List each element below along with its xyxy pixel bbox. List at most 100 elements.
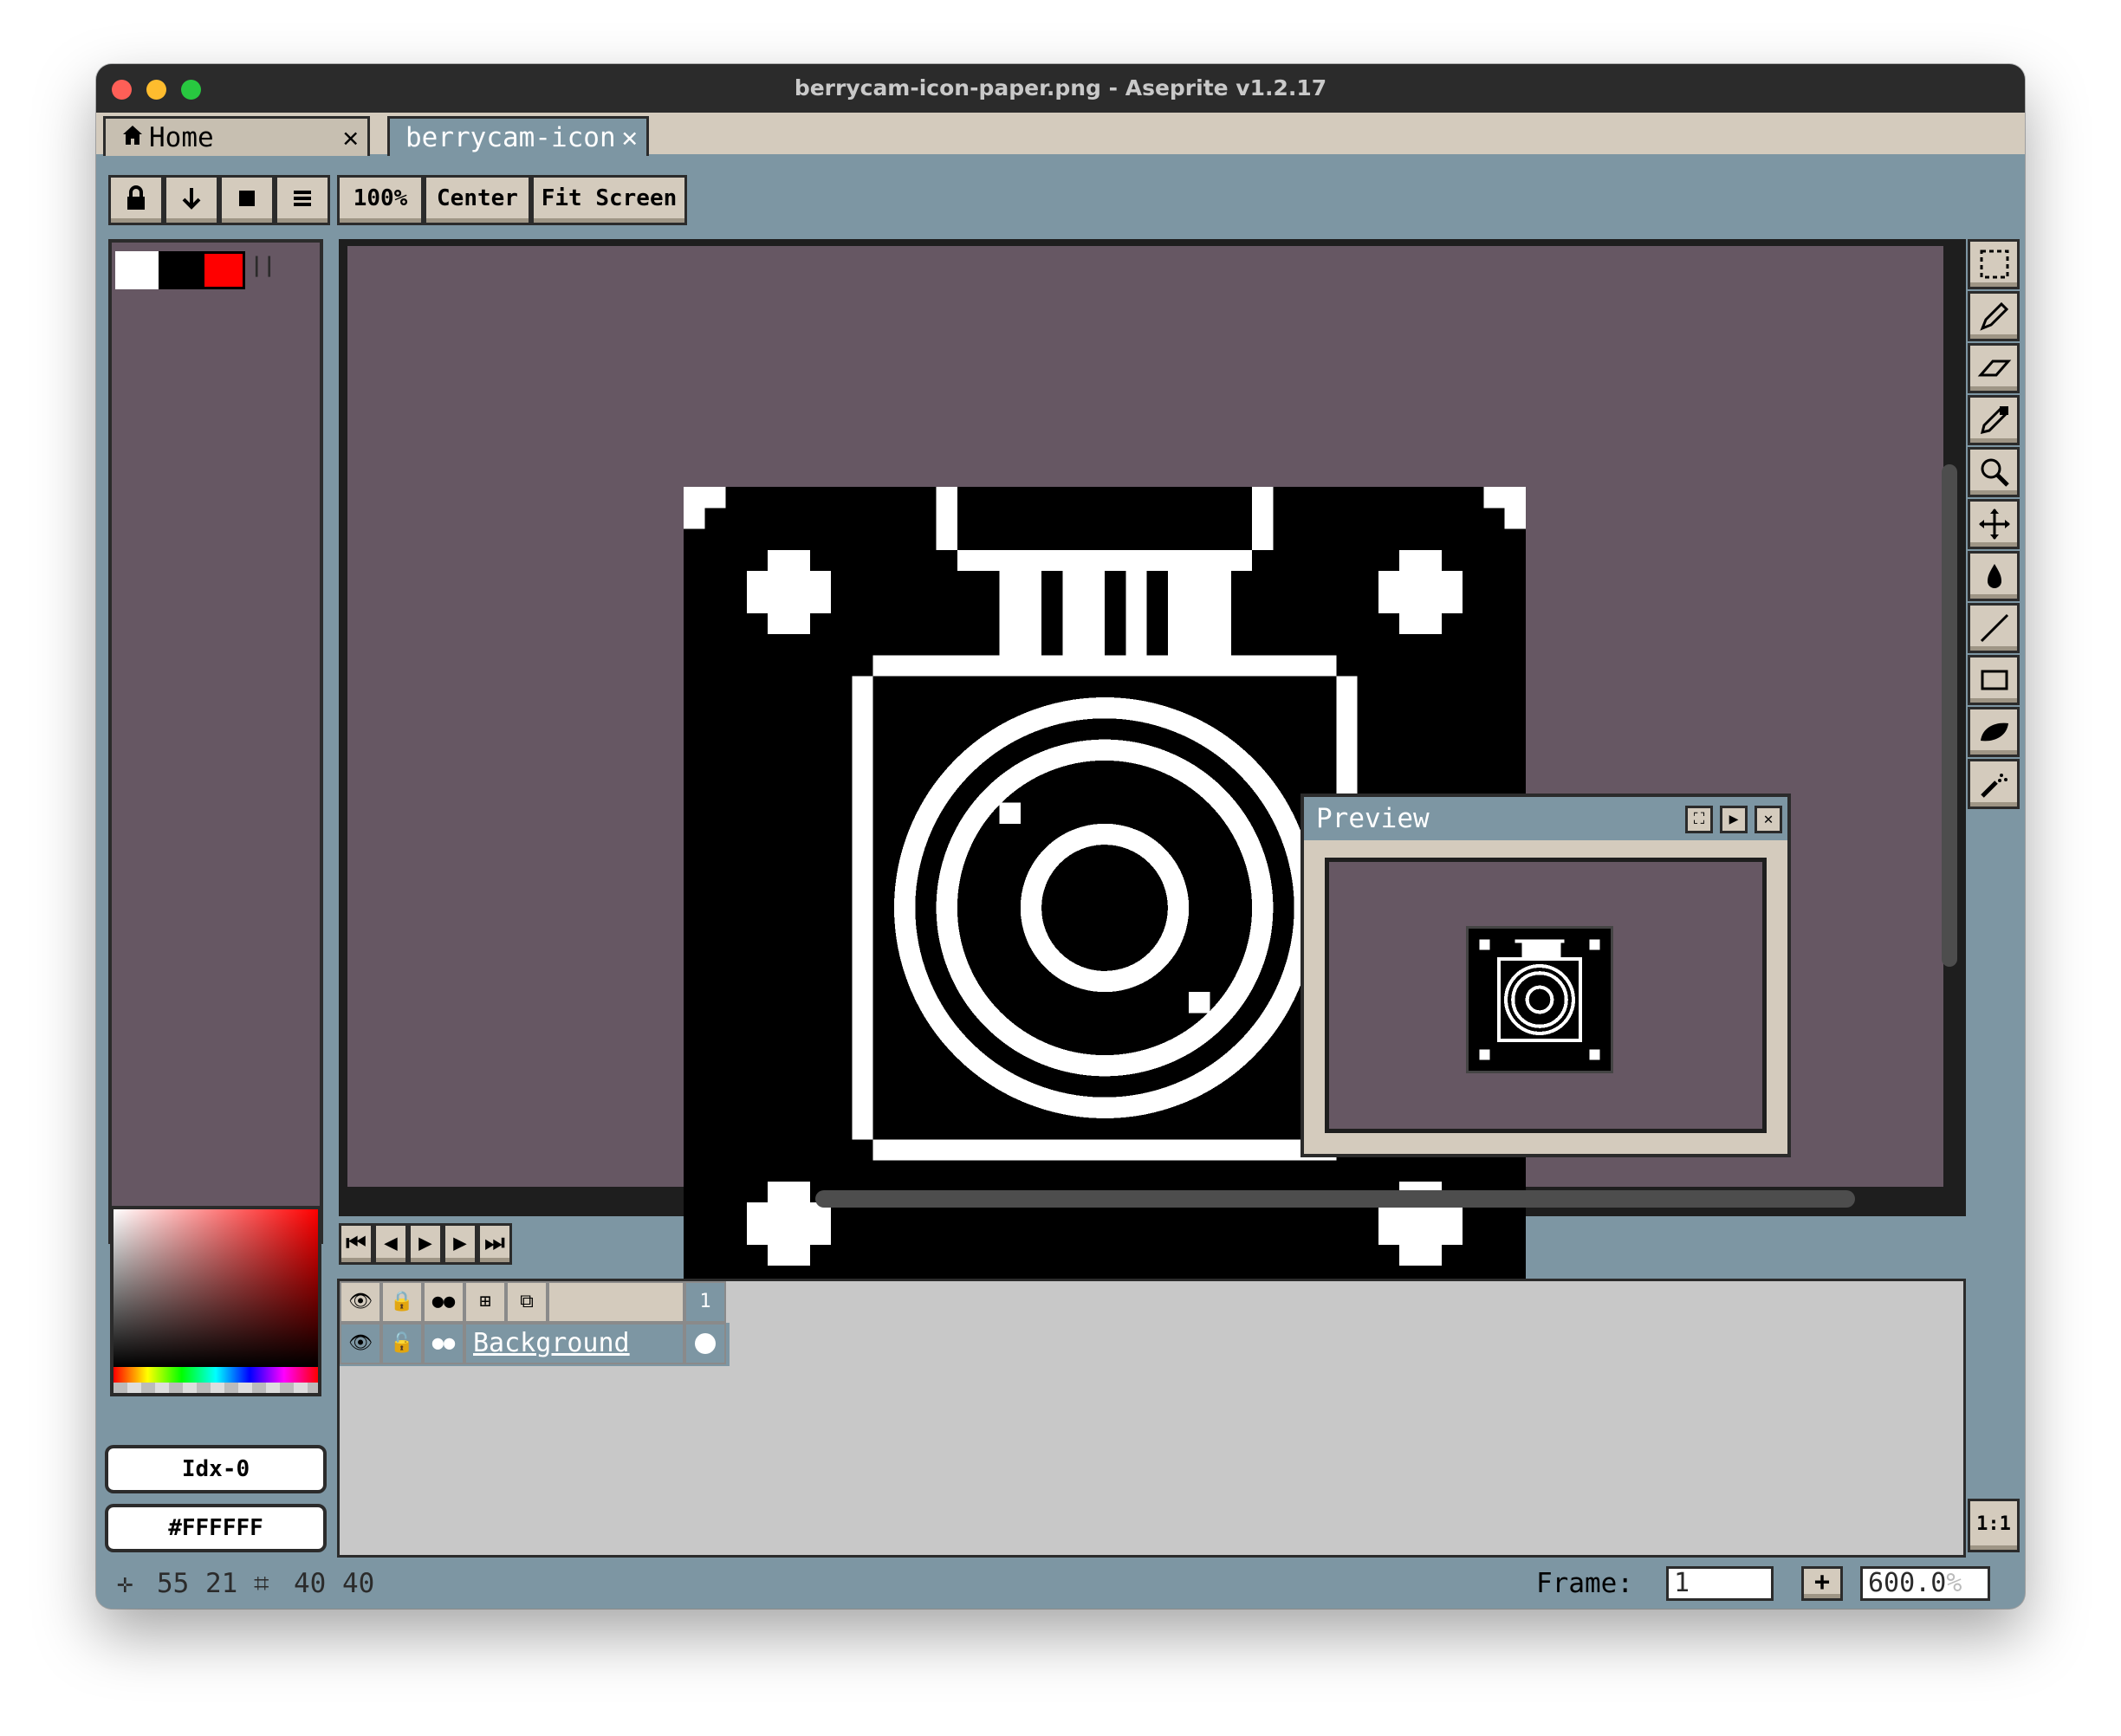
- last-frame-button[interactable]: ⏭: [477, 1223, 512, 1265]
- layer-continuous-icon[interactable]: ●●: [423, 1323, 464, 1364]
- menu-button[interactable]: [275, 175, 330, 225]
- eyedropper-tool-button[interactable]: [1968, 395, 2020, 445]
- tab-home[interactable]: Home ✕: [103, 116, 370, 156]
- continuous-header-icon[interactable]: ●●: [423, 1281, 464, 1323]
- preview-close-icon[interactable]: ✕: [1755, 806, 1782, 833]
- color-hex-field[interactable]: #FFFFFF: [105, 1504, 327, 1552]
- preview-fullscreen-icon[interactable]: ⛶: [1685, 806, 1713, 833]
- timeline[interactable]: 👁 🔒 ●● ⊞ ⧉ 1 👁 🔓 ●● Background: [337, 1279, 1966, 1558]
- preview-play-icon[interactable]: ▶: [1720, 806, 1748, 833]
- hue-slider[interactable]: [114, 1367, 318, 1383]
- fit-screen-button[interactable]: Fit Screen: [531, 175, 687, 225]
- eraser-icon: [1977, 360, 2012, 377]
- onion-skin-header-icon[interactable]: ⧉: [506, 1281, 548, 1323]
- horizontal-scrollbar[interactable]: [815, 1190, 1855, 1208]
- zoom-input[interactable]: 600.0%: [1860, 1566, 1990, 1601]
- frame-label: Frame:: [1536, 1568, 1633, 1599]
- menu-icon: [294, 191, 311, 206]
- app-window: berrycam-icon-paper.png - Aseprite v1.2.…: [96, 64, 2025, 1609]
- eyedropper-icon: [1980, 406, 2008, 435]
- palette-swatch-white[interactable]: [115, 251, 159, 289]
- zoom-tool-button[interactable]: [1968, 447, 2020, 497]
- marquee-icon: [1980, 249, 2009, 279]
- lock-button[interactable]: [108, 175, 164, 225]
- lock-header-icon[interactable]: 🔒: [381, 1281, 423, 1323]
- palette-swatch-black[interactable]: [159, 251, 202, 289]
- pencil-tool-button[interactable]: [1968, 291, 2020, 341]
- tab-berrycam-label: berrycam-icon: [405, 122, 616, 153]
- tab-berrycam-icon[interactable]: berrycam-icon ✕: [387, 116, 649, 156]
- cel-dot-icon: [695, 1333, 716, 1354]
- preview-canvas[interactable]: [1325, 858, 1767, 1133]
- cel-frame-1[interactable]: [684, 1323, 726, 1364]
- tab-berrycam-close-icon[interactable]: ✕: [621, 119, 638, 157]
- color-index-field[interactable]: Idx-0: [105, 1445, 327, 1493]
- zoom-window-button[interactable]: [181, 80, 201, 100]
- frame-input[interactable]: 1: [1666, 1566, 1774, 1601]
- preview-window[interactable]: Preview ⛶ ▶ ✕: [1300, 794, 1791, 1157]
- palette-swatch-red[interactable]: [202, 251, 245, 289]
- saturation-value-field[interactable]: [114, 1209, 318, 1367]
- add-frame-button[interactable]: +: [1801, 1566, 1843, 1601]
- zoom-value: 600.0: [1868, 1568, 1947, 1598]
- marquee-tool-button[interactable]: [1968, 239, 2020, 289]
- line-icon: [1980, 613, 2009, 643]
- play-button[interactable]: ▶: [408, 1223, 443, 1265]
- frame-header-1[interactable]: 1: [684, 1281, 726, 1323]
- minimize-window-button[interactable]: [146, 80, 166, 100]
- square-button[interactable]: [219, 175, 275, 225]
- link-header-icon[interactable]: ⊞: [464, 1281, 506, 1323]
- previous-frame-button[interactable]: ◀: [373, 1223, 408, 1265]
- alpha-slider[interactable]: [114, 1383, 318, 1393]
- cursor-position: 55 21: [157, 1568, 238, 1599]
- status-bar: ✛ 55 21 ⌗ 40 40 Frame: 1 + 600.0%: [96, 1558, 2025, 1609]
- one-to-one-button[interactable]: 1:1: [1968, 1499, 2020, 1552]
- center-button[interactable]: Center: [424, 175, 531, 225]
- rectangle-icon: [1981, 670, 2008, 690]
- spray-tool-button[interactable]: [1968, 759, 2020, 809]
- palette-panel: ||: [108, 239, 323, 1244]
- palette-resize-handle[interactable]: ||: [250, 253, 276, 277]
- fill-tool-button[interactable]: [1968, 551, 2020, 601]
- title-bar: berrycam-icon-paper.png - Aseprite v1.2.…: [96, 64, 2025, 113]
- last-frame-icon: ⏭: [484, 1230, 505, 1256]
- layer-header-spacer: [548, 1281, 684, 1323]
- down-button[interactable]: [164, 175, 219, 225]
- preview-title-bar[interactable]: Preview ⛶ ▶ ✕: [1304, 797, 1787, 840]
- first-frame-button[interactable]: ⏮: [339, 1223, 373, 1265]
- line-tool-button[interactable]: [1968, 603, 2020, 653]
- square-icon: [239, 191, 255, 206]
- contour-icon: [1981, 722, 2008, 742]
- contour-tool-button[interactable]: [1968, 707, 2020, 757]
- paint-bucket-icon: [1988, 564, 2001, 588]
- window-title: berrycam-icon-paper.png - Aseprite v1.2.…: [794, 75, 1327, 100]
- rectangle-tool-button[interactable]: [1968, 655, 2020, 705]
- layer-name[interactable]: Background: [464, 1323, 684, 1364]
- move-tool-button[interactable]: [1968, 499, 2020, 549]
- magnifier-icon: [1981, 458, 2009, 487]
- preview-sprite: [1466, 926, 1613, 1073]
- move-icon: [1979, 508, 2010, 540]
- next-frame-icon: ▶: [453, 1230, 467, 1256]
- down-arrow-icon: [182, 188, 201, 210]
- zoom-unit: %: [1946, 1568, 1962, 1598]
- lock-icon: [127, 185, 145, 210]
- home-icon: [121, 119, 144, 157]
- zoom-100-button[interactable]: 100%: [337, 175, 424, 225]
- eraser-tool-button[interactable]: [1968, 343, 2020, 393]
- tab-home-label: Home: [149, 122, 214, 153]
- close-window-button[interactable]: [112, 80, 132, 100]
- preview-title: Preview: [1316, 803, 1430, 834]
- layer-lock-icon[interactable]: 🔓: [381, 1323, 423, 1364]
- first-frame-icon: ⏮: [346, 1230, 366, 1256]
- play-icon: ▶: [418, 1230, 432, 1256]
- layer-row-background[interactable]: 👁 🔓 ●● Background: [340, 1323, 730, 1366]
- color-picker[interactable]: [110, 1206, 321, 1396]
- visibility-header-icon[interactable]: 👁: [340, 1281, 381, 1323]
- next-frame-button[interactable]: ▶: [443, 1223, 477, 1265]
- layer-visibility-icon[interactable]: 👁: [340, 1323, 381, 1364]
- spray-icon: [1981, 774, 2007, 798]
- tab-bar: Home ✕ berrycam-icon ✕: [96, 113, 2025, 158]
- tab-home-close-icon[interactable]: ✕: [342, 119, 359, 157]
- vertical-scrollbar[interactable]: [1942, 464, 1957, 967]
